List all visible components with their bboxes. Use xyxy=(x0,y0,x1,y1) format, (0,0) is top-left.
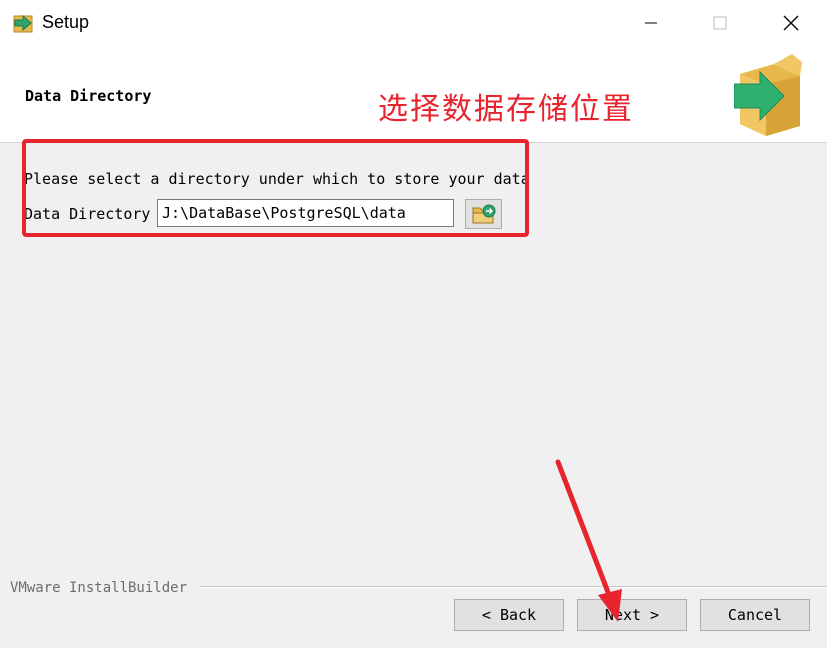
brand-label: VMware InstallBuilder xyxy=(10,580,194,596)
minimize-icon xyxy=(645,22,657,24)
cancel-button-label: Cancel xyxy=(727,606,783,624)
installer-box-icon xyxy=(734,54,802,136)
cancel-button[interactable]: Cancel xyxy=(700,599,810,631)
page-title: Data Directory xyxy=(25,87,152,105)
close-icon xyxy=(783,15,799,31)
minimize-button[interactable] xyxy=(628,0,674,46)
window-title: Setup xyxy=(42,12,90,32)
close-button[interactable] xyxy=(768,0,814,46)
data-directory-input[interactable] xyxy=(157,199,454,227)
maximize-button[interactable] xyxy=(697,0,743,46)
data-directory-label: Data Directory xyxy=(24,205,151,223)
browse-button[interactable] xyxy=(465,199,502,229)
next-button[interactable]: Next > xyxy=(577,599,687,631)
prompt-text: Please select a directory under which to… xyxy=(24,170,530,188)
wizard-header: Data Directory 选择数据存储位置 xyxy=(0,46,827,143)
footer-divider xyxy=(200,586,827,588)
back-button[interactable]: < Back xyxy=(454,599,564,631)
annotation-text: 选择数据存储位置 xyxy=(378,92,634,127)
back-button-label: < Back xyxy=(481,606,537,624)
folder-browse-icon xyxy=(472,204,495,224)
title-bar: Setup xyxy=(0,0,827,46)
maximize-icon xyxy=(713,16,727,30)
next-button-label: Next > xyxy=(604,606,660,624)
app-icon xyxy=(13,14,33,33)
